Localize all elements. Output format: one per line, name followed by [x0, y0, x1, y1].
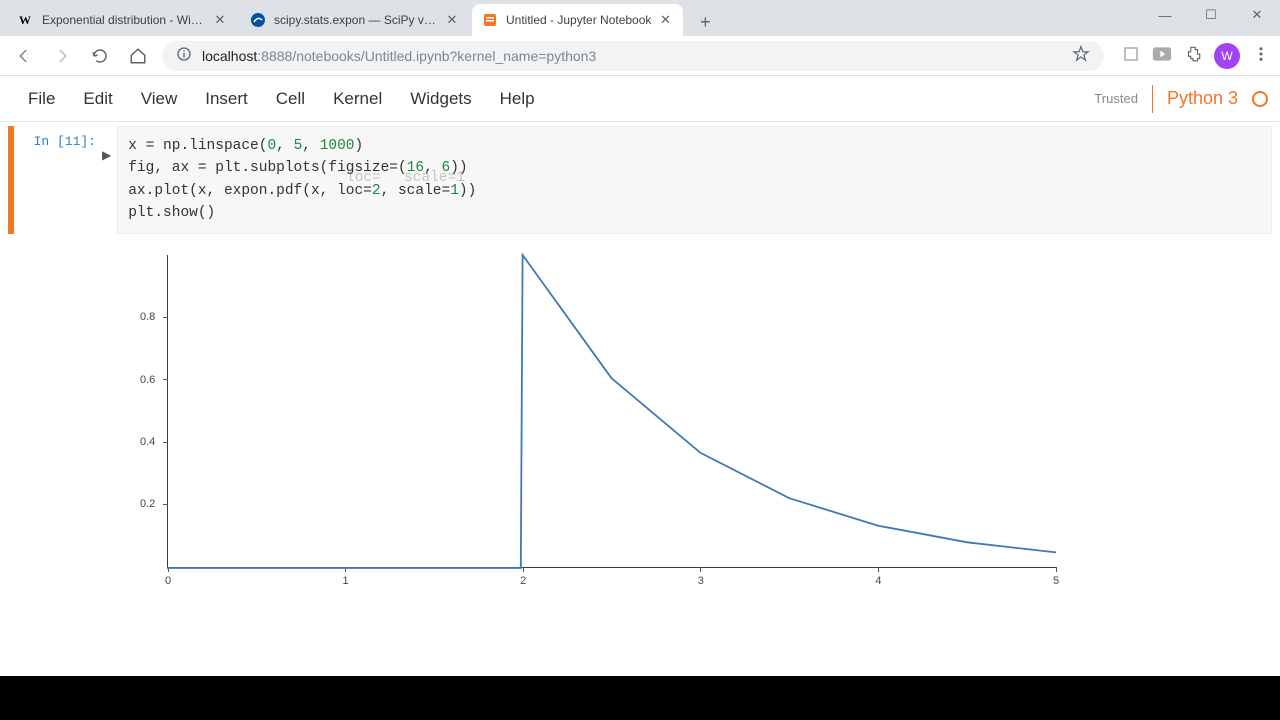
menu-view[interactable]: View	[127, 83, 192, 115]
kernel-busy-icon	[1252, 91, 1268, 107]
code-line: x = np.linspace(0, 5, 1000)	[128, 135, 1261, 157]
home-button[interactable]	[124, 42, 152, 70]
browser-menu-icon[interactable]	[1252, 45, 1270, 66]
menu-insert[interactable]: Insert	[191, 83, 262, 115]
window-controls: — ☐ ✕	[1142, 0, 1280, 32]
menu-edit[interactable]: Edit	[69, 83, 126, 115]
back-button[interactable]	[10, 42, 38, 70]
profile-avatar[interactable]: W	[1214, 43, 1240, 69]
tab-label: Untitled - Jupyter Notebook	[506, 13, 651, 27]
notebook-body: In [11]: ▶ x = np.linspace(0, 5, 1000) f…	[0, 122, 1280, 672]
url-text: localhost:8888/notebooks/Untitled.ipynb?…	[202, 48, 596, 64]
code-editor[interactable]: x = np.linspace(0, 5, 1000) fig, ax = pl…	[117, 126, 1272, 234]
kernel-status: Trusted Python 3	[1094, 85, 1268, 113]
browser-toolbar-right: W	[1122, 43, 1270, 69]
matplotlib-figure: 0.20.40.60.8012345	[144, 242, 1059, 597]
new-tab-button[interactable]: +	[691, 8, 719, 36]
browser-toolbar: localhost:8888/notebooks/Untitled.ipynb?…	[0, 36, 1280, 76]
scipy-icon	[250, 12, 266, 28]
minimize-button[interactable]: —	[1142, 0, 1188, 30]
close-icon[interactable]: ✕	[657, 12, 673, 28]
youtube-icon[interactable]	[1152, 46, 1172, 65]
svg-text:W: W	[19, 13, 31, 27]
code-line: ax.plot(x, expon.pdf(x, loc=2, scale=1))	[128, 180, 1261, 202]
close-icon[interactable]: ✕	[212, 12, 228, 28]
bottom-black-bar	[0, 676, 1280, 720]
tab-wikipedia[interactable]: W Exponential distribution - Wikipe ✕	[8, 4, 238, 36]
extensions-icon[interactable]	[1184, 45, 1202, 66]
run-cell-button[interactable]: ▶	[102, 148, 111, 234]
reader-icon[interactable]	[1122, 45, 1140, 66]
address-bar[interactable]: localhost:8888/notebooks/Untitled.ipynb?…	[162, 41, 1104, 71]
series-line	[167, 255, 1056, 568]
menu-kernel[interactable]: Kernel	[319, 83, 396, 115]
menu-widgets[interactable]: Widgets	[396, 83, 485, 115]
code-line: fig, ax = plt.subplots(figsize=(16, 6))	[128, 157, 1261, 179]
close-window-button[interactable]: ✕	[1234, 0, 1280, 30]
wikipedia-icon: W	[18, 12, 34, 28]
menu-file[interactable]: File	[14, 83, 69, 115]
browser-tab-strip: W Exponential distribution - Wikipe ✕ sc…	[0, 0, 1280, 36]
close-icon[interactable]: ✕	[444, 12, 460, 28]
cell-output: 0.20.40.60.8012345	[8, 242, 1272, 597]
kernel-separator	[1152, 85, 1153, 113]
star-icon[interactable]	[1072, 45, 1090, 66]
reload-button[interactable]	[86, 42, 114, 70]
trusted-label: Trusted	[1094, 91, 1138, 106]
jupyter-icon	[482, 12, 498, 28]
tab-scipy[interactable]: scipy.stats.expon — SciPy v1.5.2 ✕	[240, 4, 470, 36]
maximize-button[interactable]: ☐	[1188, 0, 1234, 30]
kernel-name[interactable]: Python 3	[1167, 88, 1238, 109]
cell-prompt: In [11]:	[14, 126, 100, 234]
menu-help[interactable]: Help	[486, 83, 549, 115]
jupyter-menubar: File Edit View Insert Cell Kernel Widget…	[0, 76, 1280, 122]
tab-jupyter[interactable]: Untitled - Jupyter Notebook ✕	[472, 4, 683, 36]
tab-label: Exponential distribution - Wikipe	[42, 13, 206, 27]
tab-label: scipy.stats.expon — SciPy v1.5.2	[274, 13, 438, 27]
forward-button[interactable]	[48, 42, 76, 70]
code-cell[interactable]: In [11]: ▶ x = np.linspace(0, 5, 1000) f…	[8, 126, 1272, 234]
plot-line	[145, 243, 1058, 596]
code-line: plt.show()	[128, 202, 1261, 224]
menu-cell[interactable]: Cell	[262, 83, 319, 115]
site-info-icon[interactable]	[176, 46, 192, 65]
